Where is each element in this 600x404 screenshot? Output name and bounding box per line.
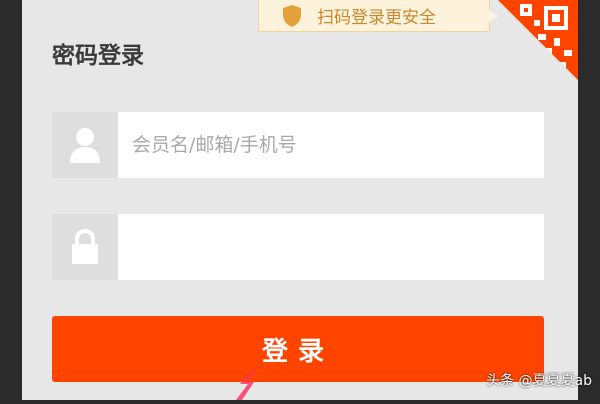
password-input[interactable] xyxy=(118,213,544,281)
lock-icon xyxy=(52,214,118,280)
pointer-arrow-icon xyxy=(232,360,272,400)
login-button[interactable]: 登录 xyxy=(52,316,544,382)
username-input[interactable] xyxy=(118,111,544,179)
username-field-wrapper xyxy=(52,111,544,179)
qr-login-tip[interactable]: 扫码登录更安全 xyxy=(258,0,498,32)
password-field-wrapper xyxy=(52,213,544,281)
shield-icon xyxy=(281,4,303,28)
qr-code-icon[interactable] xyxy=(498,0,578,80)
page-title: 密码登录 xyxy=(52,43,144,69)
watermark: 头条 @夏夏夏ab xyxy=(486,373,592,389)
qr-tip-text: 扫码登录更安全 xyxy=(317,8,436,28)
user-icon xyxy=(52,112,118,178)
